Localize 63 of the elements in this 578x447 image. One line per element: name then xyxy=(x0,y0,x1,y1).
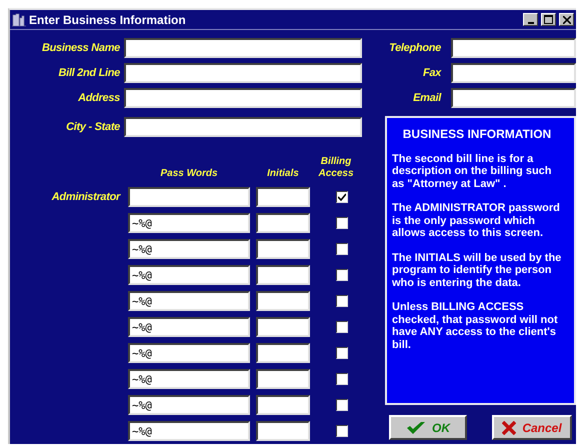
info-paragraph: The INITIALS will be used by the program to identify the person who is entering the data. xyxy=(392,252,562,289)
password-field[interactable]: ~%@ xyxy=(128,317,250,337)
text-field[interactable] xyxy=(451,38,576,58)
initials-field[interactable] xyxy=(256,317,310,337)
checkbox[interactable] xyxy=(336,373,348,385)
minimize-button[interactable] xyxy=(523,13,538,26)
checkbox[interactable] xyxy=(336,295,348,307)
initials-field[interactable] xyxy=(256,239,310,259)
password-field[interactable] xyxy=(128,187,250,207)
checkbox[interactable] xyxy=(336,191,348,203)
text-field[interactable] xyxy=(124,88,362,108)
minimize-icon xyxy=(528,22,534,24)
column-header: Billing Access xyxy=(317,156,355,180)
initials-field[interactable] xyxy=(256,213,310,233)
password-field[interactable]: ~%@ xyxy=(128,239,250,259)
initials-field[interactable] xyxy=(256,343,310,363)
password-field[interactable]: ~%@ xyxy=(128,213,250,233)
check-icon xyxy=(406,420,426,434)
checkbox[interactable] xyxy=(336,425,348,437)
maximize-button[interactable] xyxy=(541,13,556,26)
checkbox[interactable] xyxy=(336,269,348,281)
initials-field[interactable] xyxy=(256,265,310,285)
password-field[interactable]: ~%@ xyxy=(128,395,250,415)
close-button[interactable] xyxy=(559,13,574,26)
info-title: BUSINESS INFORMATION xyxy=(402,128,552,140)
password-field[interactable]: ~%@ xyxy=(128,369,250,389)
field-label: Telephone xyxy=(388,42,441,54)
password-field[interactable]: ~%@ xyxy=(128,343,250,363)
maximize-icon xyxy=(544,15,553,24)
initials-field[interactable] xyxy=(256,187,310,207)
checkbox[interactable] xyxy=(336,399,348,411)
checkbox[interactable] xyxy=(336,217,348,229)
text-field[interactable] xyxy=(451,88,576,108)
building-icon xyxy=(12,12,26,26)
field-label: Bill 2nd Line xyxy=(58,67,120,79)
row-label: Administrator xyxy=(50,191,120,203)
info-paragraph: The second bill line is for a description on the billing such as "Attorney at Law" . xyxy=(392,152,553,190)
info-paragraph: Unless BILLING ACCESS checked, that password will not have ANY access to the client's bill. xyxy=(392,301,559,351)
checkbox[interactable] xyxy=(336,243,348,255)
password-field[interactable]: ~%@ xyxy=(128,421,250,441)
field-label: Email xyxy=(412,92,441,104)
password-field[interactable]: ~%@ xyxy=(128,291,250,311)
checkbox[interactable] xyxy=(336,321,348,333)
initials-field[interactable] xyxy=(256,421,310,441)
window-title: Enter Business Information xyxy=(29,12,187,26)
password-field[interactable]: ~%@ xyxy=(128,265,250,285)
field-label: Address xyxy=(77,92,120,104)
column-header: Initials xyxy=(266,168,300,180)
text-field[interactable] xyxy=(124,63,362,83)
field-label: Business Name xyxy=(40,42,120,54)
info-paragraph: The ADMINISTRATOR password is the only password which allows access to this screen. xyxy=(392,202,561,240)
text-field[interactable] xyxy=(451,63,576,83)
field-label: Fax xyxy=(422,67,441,79)
initials-field[interactable] xyxy=(256,291,310,311)
initials-field[interactable] xyxy=(256,395,310,415)
column-header: Pass Words xyxy=(159,168,219,180)
text-field[interactable] xyxy=(124,38,362,58)
checkbox[interactable] xyxy=(336,347,348,359)
x-icon xyxy=(502,420,516,434)
field-label: City - State xyxy=(65,121,120,133)
initials-field[interactable] xyxy=(256,369,310,389)
text-field[interactable] xyxy=(124,117,362,137)
close-icon xyxy=(562,16,570,24)
